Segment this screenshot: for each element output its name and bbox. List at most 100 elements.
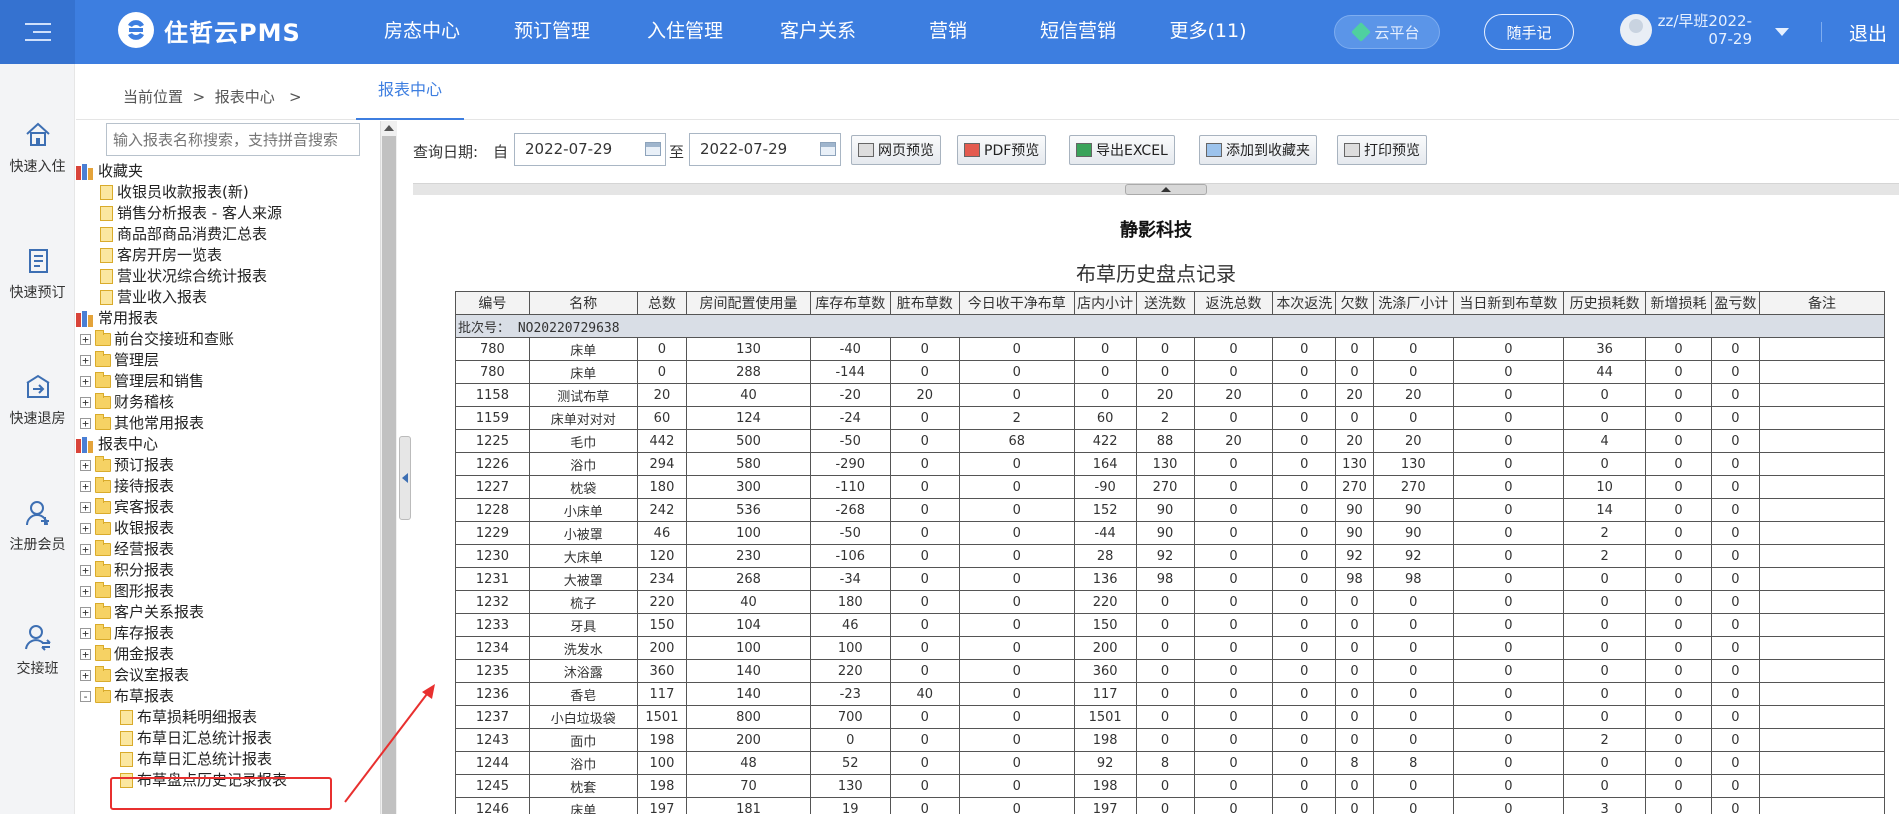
tree-group-report-center[interactable]: 报表中心 <box>76 434 158 455</box>
tree-group-common[interactable]: 常用报表 <box>76 308 158 329</box>
tree-item-linen[interactable]: 布草日汇总统计报表 <box>120 728 272 749</box>
tree-folder[interactable]: + 预订报表 <box>80 455 174 476</box>
table-cell: 0 <box>1452 682 1564 706</box>
expand-icon[interactable]: + <box>80 460 91 471</box>
table-cell: 0 <box>889 613 960 637</box>
tree-folder[interactable]: + 会议室报表 <box>80 665 189 686</box>
breadcrumb-item-report-center[interactable]: 报表中心 <box>215 88 275 106</box>
tree-item-favorite[interactable]: 营业状况综合统计报表 <box>100 266 267 287</box>
nav-more[interactable]: 更多(11) <box>1146 0 1270 64</box>
shift-handover-button[interactable]: 交接班 <box>0 622 75 678</box>
nav-reservations[interactable]: 预订管理 <box>484 0 620 64</box>
collapse-toolbar-handle[interactable] <box>1125 184 1207 195</box>
expand-icon[interactable]: + <box>80 628 91 639</box>
expand-icon[interactable]: + <box>80 397 91 408</box>
tree-folder[interactable]: + 经营报表 <box>80 539 174 560</box>
tree-folder[interactable]: + 管理层和销售 <box>80 371 204 392</box>
pdf-preview-button[interactable]: PDF预览 <box>957 135 1047 165</box>
quick-reserve-button[interactable]: 快速预订 <box>0 246 75 302</box>
calendar-icon[interactable] <box>820 142 836 156</box>
tree-folder-linen[interactable]: - 布草报表 <box>80 686 174 707</box>
tree-item-linen[interactable]: 布草日汇总统计报表 <box>120 749 272 770</box>
web-preview-icon <box>858 143 874 157</box>
tree-folder[interactable]: + 财务稽核 <box>80 392 174 413</box>
tree-item-favorite[interactable]: 客房开房一览表 <box>100 245 222 266</box>
collapse-panel-handle[interactable] <box>399 436 411 520</box>
table-cell: 0 <box>1272 406 1337 430</box>
tree-folder[interactable]: + 客户关系报表 <box>80 602 204 623</box>
notes-button[interactable]: 随手记 <box>1484 14 1574 50</box>
expand-icon[interactable]: + <box>80 523 91 534</box>
expand-icon[interactable]: + <box>80 565 91 576</box>
tab-report-center[interactable]: 报表中心 <box>356 64 464 120</box>
expand-icon[interactable]: + <box>80 670 91 681</box>
date-to-input[interactable]: 2022-07-29 <box>689 133 841 166</box>
nav-customers[interactable]: 客户关系 <box>750 0 886 64</box>
calendar-icon[interactable] <box>645 142 661 156</box>
table-cell: 88 <box>1135 429 1195 453</box>
print-preview-button[interactable]: 打印预览 <box>1337 135 1427 165</box>
menu-toggle-icon[interactable] <box>0 0 75 64</box>
tree-item-favorite[interactable]: 收银员收款报表(新) <box>100 182 249 203</box>
avatar[interactable] <box>1620 14 1652 46</box>
quick-checkout-button[interactable]: 快速退房 <box>0 372 75 428</box>
tree-folder[interactable]: + 收银报表 <box>80 518 174 539</box>
cloud-platform-button[interactable]: 云平台 <box>1334 15 1440 49</box>
tree-item-favorite[interactable]: 销售分析报表 - 客人来源 <box>100 203 282 224</box>
tree-item-favorite[interactable]: 商品部商品消费汇总表 <box>100 224 267 245</box>
date-from-input[interactable]: 2022-07-29 <box>514 133 666 166</box>
tree-folder[interactable]: + 其他常用报表 <box>80 413 204 434</box>
table-cell: 0 <box>1452 521 1564 545</box>
table-cell: 0 <box>1372 337 1454 361</box>
scroll-up-arrow-icon[interactable] <box>384 125 394 131</box>
expand-icon[interactable]: + <box>80 586 91 597</box>
table-cell: 0 <box>1452 728 1564 752</box>
tree-folder[interactable]: + 宾客报表 <box>80 497 174 518</box>
register-member-button[interactable]: 注册会员 <box>0 498 75 554</box>
tree-item-linen[interactable]: 布草损耗明细报表 <box>120 707 257 728</box>
nav-room-status[interactable]: 房态中心 <box>360 0 484 64</box>
folder-icon <box>95 540 111 556</box>
expand-icon[interactable]: + <box>80 607 91 618</box>
expand-icon[interactable]: + <box>80 355 91 366</box>
tree-folder[interactable]: + 积分报表 <box>80 560 174 581</box>
app-logo[interactable]: 住哲云PMS <box>118 12 301 48</box>
expand-icon[interactable]: + <box>80 334 91 345</box>
tree-item-favorite[interactable]: 营业收入报表 <box>100 287 207 308</box>
expand-icon[interactable]: + <box>80 481 91 492</box>
table-cell: 小白垃圾袋 <box>528 705 638 729</box>
table-cell: 536 <box>686 498 811 522</box>
tree-folder[interactable]: + 库存报表 <box>80 623 174 644</box>
table-cell: 床单 <box>528 797 638 814</box>
web-preview-button[interactable]: 网页预览 <box>851 135 941 165</box>
tree-group-favorites[interactable]: 收藏夹 <box>76 161 143 182</box>
tree-folder[interactable]: + 接待报表 <box>80 476 174 497</box>
nav-marketing[interactable]: 营销 <box>886 0 1010 64</box>
tree-folder[interactable]: + 图形报表 <box>80 581 174 602</box>
expand-icon[interactable]: + <box>80 418 91 429</box>
table-cell: 0 <box>1135 797 1195 814</box>
tree-folder[interactable]: + 管理层 <box>80 350 159 371</box>
expand-icon[interactable]: + <box>80 649 91 660</box>
nav-checkin[interactable]: 入住管理 <box>620 0 750 64</box>
tree-label: 宾客报表 <box>114 498 175 516</box>
expand-icon[interactable]: + <box>80 376 91 387</box>
quick-checkin-button[interactable]: 快速入住 <box>0 120 75 176</box>
table-cell: 1237 <box>455 705 530 729</box>
table-cell: 0 <box>1645 498 1712 522</box>
collapse-icon[interactable]: - <box>80 691 91 702</box>
expand-icon[interactable]: + <box>80 544 91 555</box>
nav-sms-marketing[interactable]: 短信营销 <box>1010 0 1146 64</box>
tree-folder[interactable]: + 前台交接班和查账 <box>80 329 234 350</box>
table-cell: 0 <box>1193 567 1274 591</box>
table-cell: -34 <box>809 567 891 591</box>
logout-link[interactable]: 退出 <box>1849 19 1887 46</box>
add-favorite-button[interactable]: 添加到收藏夹 <box>1199 135 1317 165</box>
table-cell: 0 <box>1452 613 1564 637</box>
table-row: 1231 大被罩 234 268 -34 0 0 136 98 0 0 98 98 0 0 0 0 <box>455 567 1885 591</box>
expand-icon[interactable]: + <box>80 502 91 513</box>
report-search-input[interactable] <box>106 123 360 156</box>
tree-folder[interactable]: + 佣金报表 <box>80 644 174 665</box>
export-excel-button[interactable]: 导出EXCEL <box>1069 135 1175 165</box>
chevron-down-icon[interactable] <box>1775 28 1789 36</box>
